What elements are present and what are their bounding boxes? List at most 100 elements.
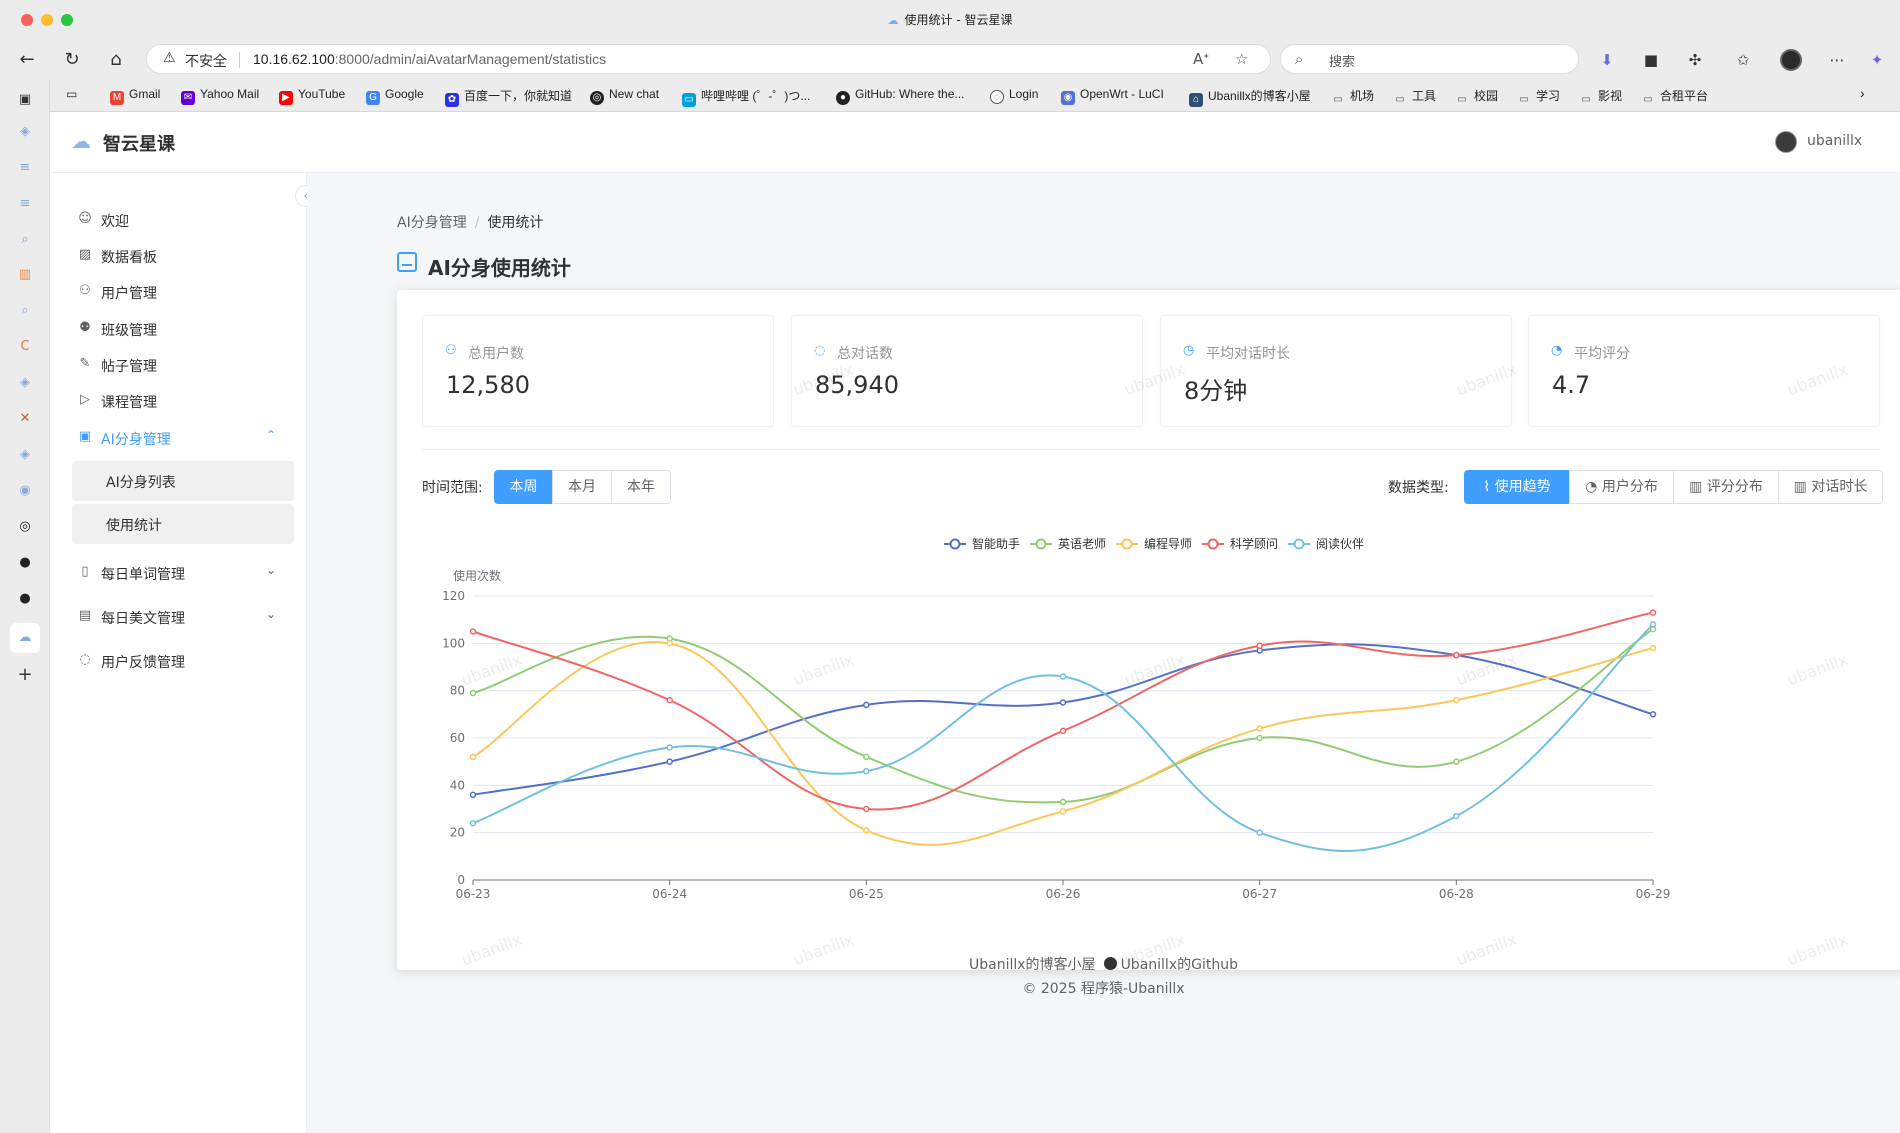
window-titlebar: ☁ 使用统计 - 智云星课: [0, 0, 1900, 40]
footer-github-link[interactable]: Ubanillx的Github: [1121, 957, 1238, 973]
chevron-right-icon[interactable]: ›: [1860, 85, 1865, 101]
sidebar-item-classes[interactable]: ⚉ 班级管理: [51, 309, 306, 349]
back-icon[interactable]: ←: [15, 48, 39, 72]
chatgpt-icon: ◎: [590, 91, 604, 105]
sidebar-subitem-statistics[interactable]: 使用统计: [72, 504, 294, 544]
tab-search-icon[interactable]: ⌕: [15, 230, 35, 250]
message-icon: ◌: [79, 652, 91, 667]
tab-chatgpt-icon[interactable]: ◎: [15, 517, 35, 537]
smile-icon: ☺: [78, 211, 92, 226]
data-point: [666, 696, 673, 704]
y-tick-label: 80: [450, 684, 465, 698]
x-tick-label: 06-25: [849, 887, 884, 901]
bookmark-folder-campus[interactable]: ▭ 校园: [1455, 87, 1498, 107]
user-avatar[interactable]: [1775, 131, 1797, 153]
bilibili-icon: ▭: [682, 93, 696, 107]
type-duration-button[interactable]: ▥ 对话时长: [1778, 470, 1883, 504]
bookmark-baidu[interactable]: ✿ 百度一下，你就知道: [445, 87, 572, 107]
bookmark-new-chat[interactable]: ◎ New chat: [590, 87, 659, 105]
tab-favicon-icon[interactable]: ◈: [15, 122, 35, 142]
bookmark-folder-rental[interactable]: ▭ 合租平台: [1641, 87, 1708, 107]
breadcrumb-link[interactable]: AI分身管理: [397, 215, 467, 231]
bookmark-bilibili[interactable]: ▭ 哔哩哔哩 (゜-゜)つ...: [682, 87, 810, 107]
more-icon[interactable]: ⋯: [1826, 49, 1848, 71]
type-trend-button[interactable]: ⌇ 使用趋势: [1464, 470, 1570, 504]
bookmark-folder-video[interactable]: ▭ 影视: [1579, 87, 1622, 107]
tab-github-icon[interactable]: ●: [15, 553, 35, 573]
footer-blog-link[interactable]: Ubanillx的博客小屋: [969, 957, 1096, 973]
bookmark-blog[interactable]: ⌂ Ubanillx的博客小屋: [1189, 87, 1311, 107]
main-content: AI分身管理 / 使用统计 AI分身使用统计 ⚇ 总用户数 12,580 ◌ 总对话…: [307, 173, 1900, 1133]
puzzle-icon[interactable]: ✣: [1684, 49, 1706, 71]
legend-label: 科学顾问: [1230, 536, 1278, 551]
sidebar-item-welcome[interactable]: ☺ 欢迎: [51, 200, 306, 240]
sidebar-item-dashboard[interactable]: ▨ 数据看板: [51, 236, 306, 276]
address-bar[interactable]: ⚠ 不安全 10.16.62.100:8000/admin/aiAvatarMa…: [146, 44, 1271, 74]
copilot-icon[interactable]: ✦: [1866, 49, 1888, 71]
tab-search-icon[interactable]: ⌕: [15, 301, 35, 321]
bookmark-folder-airport[interactable]: ▭ 机场: [1331, 87, 1374, 107]
user-name[interactable]: ubanillx: [1807, 133, 1862, 149]
tab-compass-icon[interactable]: ◉: [15, 481, 35, 501]
url-text: 10.16.62.100:8000/admin/aiAvatarManageme…: [253, 51, 607, 67]
bookmark-github[interactable]: ● GitHub: Where the...: [836, 87, 964, 105]
browser-vertical-tabs: ▣ ◈ ≡ ≡ ⌕ ▥ ⌕ C ◈ ✕ ◈ ◉ ◎ ● ● ☁ +: [0, 80, 50, 1133]
type-rating-dist-button[interactable]: ▥ 评分分布: [1673, 470, 1779, 504]
profile-avatar[interactable]: [1780, 49, 1802, 71]
range-week-button[interactable]: 本周: [494, 470, 553, 504]
reload-icon[interactable]: ↻: [60, 48, 84, 72]
google-icon: G: [366, 91, 380, 105]
tab-github-icon[interactable]: ●: [15, 589, 35, 609]
tab-favicon-icon[interactable]: ◈: [15, 373, 35, 393]
download-icon[interactable]: ⬇: [1596, 49, 1618, 71]
x-tick-label: 06-28: [1439, 887, 1474, 901]
sidebar-item-daily-words[interactable]: ▯ 每日单词管理 ⌄: [51, 553, 306, 593]
sidebar-item-daily-articles[interactable]: ▤ 每日美文管理 ⌄: [51, 597, 306, 637]
read-aloud-icon[interactable]: Aᐩ: [1193, 50, 1209, 68]
sidebar-item-ai-avatar[interactable]: ▣ AI分身管理 ⌃: [51, 418, 306, 458]
bookmark-google[interactable]: G Google: [366, 87, 424, 105]
browser-search-box[interactable]: ⌕ 搜索: [1280, 44, 1579, 74]
bookmark-gmail[interactable]: M Gmail: [110, 87, 160, 105]
tab-active-cloud-icon[interactable]: ☁: [10, 623, 40, 653]
x-tick-label: 06-29: [1636, 887, 1671, 901]
bookmark-login[interactable]: ◌ Login: [990, 87, 1038, 104]
tab-x-icon[interactable]: ✕: [15, 409, 35, 429]
app-header: ☁ 智云星课 ubanillx: [51, 113, 1900, 173]
sidebar-item-courses[interactable]: ▷ 课程管理: [51, 381, 306, 421]
team-icon: ⚉: [79, 320, 91, 335]
star-icon[interactable]: ☆: [1235, 50, 1248, 68]
bookmark-folder-tools[interactable]: ▭ 工具: [1393, 87, 1436, 107]
tab-favicon-icon[interactable]: ≡: [15, 158, 35, 178]
tab-favicon-icon[interactable]: ≡: [15, 194, 35, 214]
range-year-button[interactable]: 本年: [611, 470, 671, 504]
tab-c-icon[interactable]: C: [15, 337, 35, 357]
sidebar-subitem-avatar-list[interactable]: AI分身列表: [72, 461, 294, 501]
home-icon[interactable]: ⌂: [104, 48, 128, 72]
bookmark-folder-study[interactable]: ▭ 学习: [1517, 87, 1560, 107]
bookmark-openwrt[interactable]: ◉ OpenWrt - LuCI: [1061, 87, 1164, 105]
x-tick-label: 06-26: [1046, 887, 1081, 901]
youtube-icon: ▶: [279, 91, 293, 105]
app-name: 智云星课: [103, 134, 175, 155]
tab-favicon-icon[interactable]: ◈: [15, 445, 35, 465]
legend-label: 阅读伙伴: [1316, 537, 1364, 551]
chart-svg: 0 20 40 60 80 100 120 使用次数 06-23 06-24 06-25 06-26 0…: [442, 536, 1671, 901]
extension-icon[interactable]: ■: [1640, 49, 1662, 71]
gmail-icon: M: [110, 91, 124, 105]
favorites-icon[interactable]: ✩: [1732, 49, 1754, 71]
new-tab-icon[interactable]: +: [15, 665, 35, 685]
openwrt-icon: ◉: [1061, 91, 1075, 105]
type-user-dist-button[interactable]: ◔ 用户分布: [1569, 470, 1674, 504]
line-chart-icon: ⌇: [1483, 479, 1495, 495]
range-month-button[interactable]: 本月: [552, 470, 612, 504]
sidebar-item-feedback[interactable]: ◌ 用户反馈管理: [51, 641, 306, 681]
sidebar-item-users[interactable]: ⚇ 用户管理: [51, 272, 306, 312]
tab-chart-icon[interactable]: ▥: [15, 265, 35, 285]
bookmark-sidebar-icon[interactable]: ▭: [66, 87, 77, 101]
tabs-icon[interactable]: ▣: [15, 90, 35, 110]
bookmark-yahoo[interactable]: ✉ Yahoo Mail: [181, 87, 259, 105]
type-button-group: ⌇ 使用趋势 ◔ 用户分布 ▥ 评分分布 ▥ 对话时长: [1464, 470, 1883, 504]
bookmark-youtube[interactable]: ▶ YouTube: [279, 87, 345, 105]
sidebar-item-posts[interactable]: ✎ 帖子管理: [51, 345, 306, 385]
